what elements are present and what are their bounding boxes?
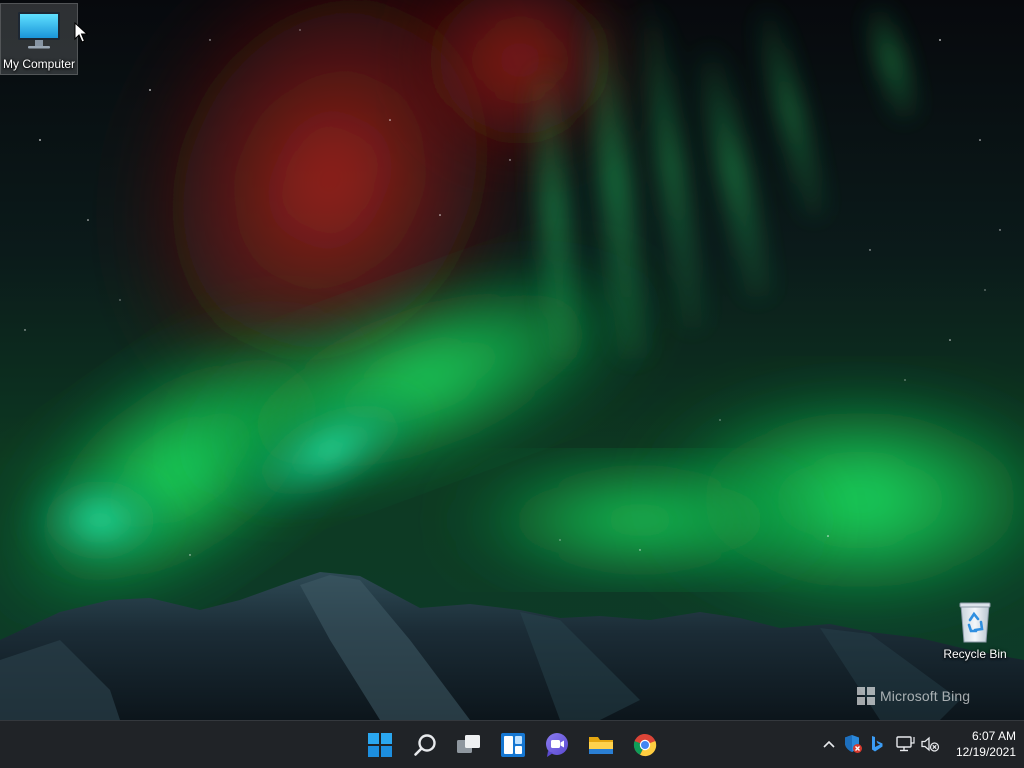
search-icon <box>414 734 436 756</box>
recycle-bin-icon <box>959 602 991 643</box>
start-button[interactable] <box>360 725 400 765</box>
clock-date: 12/19/2021 <box>955 745 1016 759</box>
task-view-button[interactable] <box>449 725 489 765</box>
desktop-icon-recycle-bin[interactable]: Recycle Bin <box>937 594 1013 664</box>
aurora-wallpaper <box>0 0 1024 720</box>
network-icon <box>896 736 915 752</box>
widgets-button[interactable] <box>493 725 533 765</box>
desktop-icon-my-computer[interactable]: My Computer <box>0 3 78 75</box>
taskbar-clock[interactable]: 6:07 AM 12/19/2021 <box>946 728 1016 760</box>
speaker-muted-icon <box>921 736 940 752</box>
folder-icon <box>589 737 613 754</box>
file-explorer-button[interactable] <box>581 725 621 765</box>
bing-watermark: Microsoft Bing <box>857 687 970 705</box>
chevron-up-icon <box>823 740 835 748</box>
desktop-icon-label: Recycle Bin <box>943 647 1007 661</box>
task-view-icon <box>457 735 480 753</box>
network-tray-icon[interactable] <box>894 733 916 755</box>
bing-tray-icon[interactable] <box>866 733 888 755</box>
windows-logo-icon <box>368 733 392 757</box>
mouse-cursor-icon <box>74 22 88 43</box>
search-button[interactable] <box>405 725 445 765</box>
desktop[interactable]: My Computer Recycle Bin Microsoft Bing <box>0 0 1024 720</box>
windows-security-tray-icon[interactable] <box>842 733 864 755</box>
chrome-icon <box>633 733 657 757</box>
shield-icon <box>845 735 862 753</box>
chat-icon <box>546 733 568 757</box>
volume-tray-icon[interactable] <box>919 733 941 755</box>
watermark-text: Microsoft Bing <box>880 688 971 704</box>
widgets-icon <box>501 733 525 757</box>
show-hidden-icons-button[interactable] <box>818 733 840 755</box>
taskbar: 6:07 AM 12/19/2021 <box>0 720 1024 768</box>
chrome-button[interactable] <box>625 725 665 765</box>
monitor-icon <box>18 12 60 49</box>
microsoft-logo-icon <box>857 687 875 705</box>
clock-time: 6:07 AM <box>971 729 1016 743</box>
chat-button[interactable] <box>537 725 577 765</box>
desktop-icon-label: My Computer <box>2 57 76 71</box>
bing-icon <box>872 736 883 752</box>
